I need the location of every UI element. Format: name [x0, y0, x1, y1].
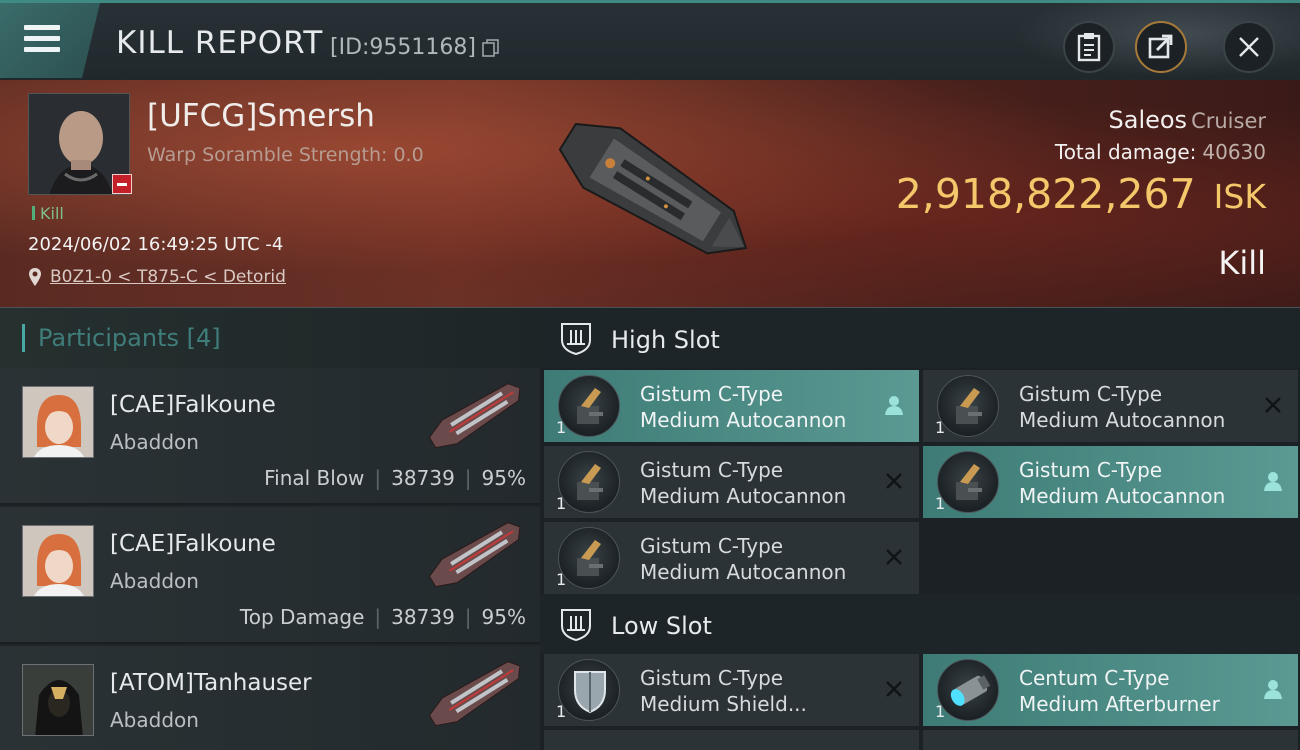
participant-name: [ATOM]Tanhauser — [110, 670, 312, 696]
participant-name: [CAE]Falkoune — [110, 392, 276, 418]
report-id: [ID:9551168] — [330, 35, 476, 60]
module-type: Medium Autocannon — [1019, 408, 1226, 432]
participant-row[interactable]: [CAE]Falkoune Abaddon Final Blow | 38739 | 9… — [0, 368, 540, 505]
close-icon — [1239, 37, 1259, 57]
module-type: Medium Autocannon — [1019, 484, 1226, 508]
person-icon — [885, 396, 903, 415]
share-button[interactable] — [1135, 21, 1187, 73]
module-slot-partial[interactable] — [544, 730, 919, 750]
high-slot-icon — [561, 323, 591, 356]
participant-ship: Abaddon — [110, 569, 199, 593]
copy-icon[interactable] — [482, 39, 500, 57]
participant-stats: Final Blow | 38739 | 95% — [264, 466, 526, 490]
kill-timestamp: 2024/06/02 16:49:25 UTC -4 — [28, 234, 284, 255]
participant-row[interactable]: [CAE]Falkoune Abaddon Top Damage | 38739 | 9… — [0, 507, 540, 644]
clipboard-button[interactable] — [1063, 21, 1115, 73]
module-name: Gistum C-Type — [1019, 458, 1163, 482]
participant-row[interactable]: i [ATOM]Tanhauser Abaddon — [0, 646, 540, 750]
participant-avatar[interactable] — [22, 525, 94, 597]
participant-ship-image — [428, 661, 521, 727]
victim-ship-image — [558, 122, 748, 255]
kill-location-link[interactable]: B0Z1-0 < T875-C < Detorid — [50, 267, 286, 287]
x-icon — [1265, 397, 1281, 413]
kill-result: Kill — [1218, 244, 1266, 282]
person-icon — [1264, 472, 1282, 491]
module-type: Medium Autocannon — [640, 484, 847, 508]
participant-ship: Abaddon — [110, 708, 199, 732]
info-badge: i — [93, 731, 94, 736]
person-icon — [1264, 680, 1282, 699]
fitting-panel: High Slot 1 Gistum C-Type Medium Autocan… — [540, 308, 1300, 750]
module-slot-partial[interactable] — [923, 730, 1298, 750]
module-name: Centum C-Type — [1019, 666, 1170, 690]
hamburger-menu-icon — [24, 25, 60, 55]
shield-module-icon — [558, 659, 620, 721]
victim-banner: [UFCG]Smersh Warp Soramble Strength: 0.0… — [0, 80, 1300, 308]
close-button[interactable] — [1223, 21, 1275, 73]
autocannon-icon — [558, 527, 620, 589]
module-slot[interactable]: 1 Gistum C-Type Medium Autocannon — [544, 370, 919, 442]
low-slot-header: Low Slot — [540, 594, 1300, 654]
participant-avatar[interactable] — [22, 386, 94, 458]
participants-panel: Participants [4] [CAE]Falkoune Abaddon F… — [0, 308, 540, 750]
module-type: Medium Afterburner — [1019, 692, 1220, 716]
clipboard-icon — [1077, 33, 1101, 62]
participant-name: [CAE]Falkoune — [110, 531, 276, 557]
module-slot[interactable]: 1 Gistum C-Type Medium Autocannon — [923, 446, 1298, 518]
module-slot[interactable]: 1 Centum C-Type Medium Afterburner — [923, 654, 1298, 726]
warp-scramble-strength: Warp Soramble Strength: 0.0 — [147, 144, 424, 166]
high-slot-label: High Slot — [611, 326, 720, 354]
participant-ship: Abaddon — [110, 430, 199, 454]
x-icon — [886, 549, 902, 565]
participant-stats: Top Damage | 38739 | 95% — [239, 605, 526, 629]
module-slot[interactable]: 1 Gistum C-Type Medium Autocannon — [923, 370, 1298, 442]
afterburner-icon — [937, 659, 999, 721]
participant-ship-image — [428, 383, 521, 449]
corp-badge — [112, 174, 132, 194]
module-type: Medium Autocannon — [640, 408, 847, 432]
isk-value: 2,918,822,267 ISK — [895, 170, 1266, 218]
module-slot[interactable]: 1 Gistum C-Type Medium Shield... — [544, 654, 919, 726]
location-pin-icon — [29, 268, 41, 286]
module-slot[interactable]: 1 Gistum C-Type Medium Autocannon — [544, 446, 919, 518]
participants-header: Participants [4] — [0, 308, 540, 368]
module-name: Gistum C-Type — [640, 458, 784, 482]
victim-ship-name[interactable]: Saleos Cruiser — [1109, 106, 1267, 134]
participant-ship-image — [428, 522, 521, 588]
high-slot-header: High Slot — [540, 308, 1300, 368]
autocannon-icon — [937, 451, 999, 513]
module-name: Gistum C-Type — [640, 382, 784, 406]
module-name: Gistum C-Type — [1019, 382, 1163, 406]
participants-title: Participants [4] — [38, 324, 221, 352]
module-name: Gistum C-Type — [640, 534, 784, 558]
low-slot-label: Low Slot — [611, 612, 712, 640]
kill-tag: Kill — [32, 204, 64, 223]
x-icon — [886, 681, 902, 697]
module-slot[interactable]: 1 Gistum C-Type Medium Autocannon — [544, 522, 919, 594]
share-icon — [1148, 34, 1173, 59]
top-bar: KILL REPORT [ID:9551168] — [0, 0, 1300, 81]
module-name: Gistum C-Type — [640, 666, 784, 690]
module-type: Medium Shield... — [640, 692, 807, 716]
autocannon-icon — [558, 451, 620, 513]
autocannon-icon — [558, 375, 620, 437]
x-icon — [886, 473, 902, 489]
page-title: KILL REPORT — [116, 25, 324, 61]
victim-name[interactable]: [UFCG]Smersh — [147, 98, 375, 134]
participant-avatar[interactable]: i — [22, 664, 94, 736]
module-type: Medium Autocannon — [640, 560, 847, 584]
autocannon-icon — [937, 375, 999, 437]
menu-button[interactable] — [0, 3, 100, 78]
low-slot-icon — [561, 609, 591, 642]
total-damage: Total damage: 40630 — [1054, 140, 1266, 164]
